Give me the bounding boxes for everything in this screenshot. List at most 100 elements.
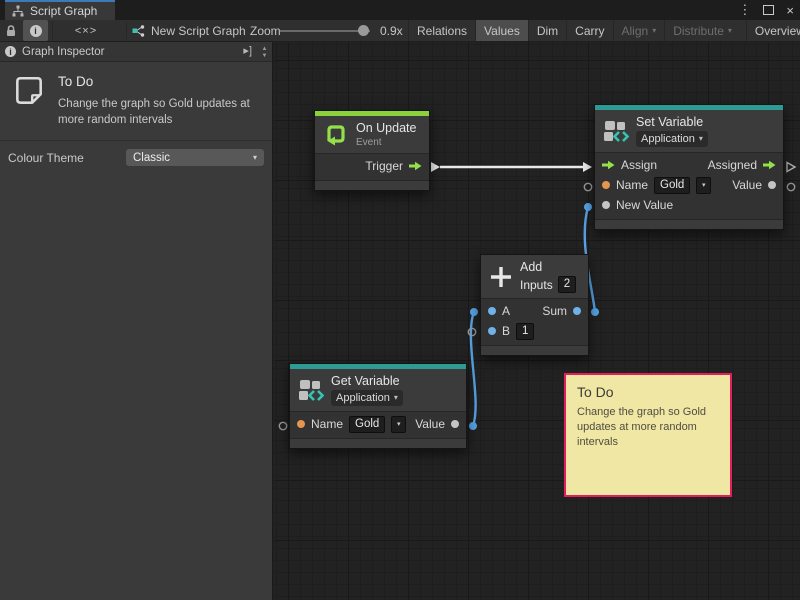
node-body: Name Gold ▾ Value (290, 412, 466, 438)
chevron-down-icon: ▾ (699, 135, 703, 143)
variable-name-field[interactable]: Gold (654, 177, 690, 194)
sticky-note-body: Change the graph so Gold updates at more… (577, 405, 723, 450)
carry-button[interactable]: Carry (566, 20, 612, 41)
chevron-down-icon: ▾ (253, 154, 257, 162)
overview-button[interactable]: Overview (746, 20, 800, 41)
colour-theme-dropdown[interactable]: Classic ▾ (126, 149, 264, 166)
relations-button[interactable]: Relations (408, 20, 475, 41)
port-row-new-value: New Value (595, 195, 783, 215)
note-summary-body: Change the graph so Gold updates at more… (58, 96, 256, 128)
script-graph-window: Script Graph ⋮ × i <×> (0, 0, 800, 600)
relations-label: Relations (417, 24, 467, 38)
inspector-toggle-button[interactable]: i (23, 20, 48, 41)
maximize-icon[interactable] (763, 5, 774, 15)
zoom-slider-handle[interactable] (358, 25, 369, 36)
node-body: Assign Assigned Name Gold ▾ Value (595, 153, 783, 219)
close-icon[interactable]: × (786, 3, 794, 18)
sticky-note-icon (12, 74, 46, 108)
values-label: Values (484, 24, 520, 38)
graph-toolbar: i <×> New Script Graph Zoom 0.9x Relatio… (0, 20, 800, 42)
dim-button[interactable]: Dim (528, 20, 566, 41)
string-port-icon[interactable] (297, 420, 305, 428)
value-port-label: Value (732, 178, 762, 192)
graph-inspector-panel: i Graph Inspector ▸] ▲ ▼ To Do Change th… (0, 42, 273, 600)
new-value-port-label: New Value (616, 198, 673, 212)
b-value-field[interactable]: 1 (516, 323, 534, 340)
node-footer (481, 345, 588, 355)
variable-scope-value: Application (641, 133, 695, 145)
node-set-variable[interactable]: Set Variable Application ▾ Assign Assign… (594, 104, 784, 230)
variable-name-dropdown[interactable]: ▾ (696, 177, 711, 194)
lock-icon (5, 24, 17, 38)
node-add[interactable]: Add Inputs 2 A Sum (480, 254, 589, 356)
node-header: Get Variable Application ▾ (290, 369, 466, 412)
value-port-endpoint[interactable] (469, 422, 477, 430)
node-get-variable[interactable]: Get Variable Application ▾ Name Gold ▾ V… (289, 363, 467, 449)
colour-theme-label: Colour Theme (8, 151, 126, 165)
tab-script-graph[interactable]: Script Graph (5, 0, 115, 20)
node-title: On Update (356, 121, 416, 135)
flow-port-marker[interactable] (431, 162, 440, 172)
empty-port-marker-setvalue[interactable] (787, 183, 794, 190)
scroll-up-icon[interactable]: ▲ (262, 46, 268, 52)
value-port-endpoint[interactable] (584, 203, 592, 211)
string-port-icon[interactable] (602, 181, 610, 189)
flow-output-arrow-icon[interactable] (409, 161, 422, 171)
variable-scope-dropdown[interactable]: Application ▾ (331, 390, 403, 406)
value-port-endpoint[interactable] (470, 308, 478, 316)
variable-name-field[interactable]: Gold (349, 416, 385, 433)
tab-bar: Script Graph ⋮ × (0, 0, 800, 20)
inputs-label: Inputs (520, 278, 553, 292)
assigned-port-label: Assigned (708, 158, 757, 172)
trigger-port-label: Trigger (365, 159, 403, 173)
menu-icon[interactable]: ⋮ (738, 2, 751, 18)
align-label: Align (622, 24, 649, 38)
distribute-button[interactable]: Distribute ▾ (664, 20, 740, 41)
colour-theme-row: Colour Theme Classic ▾ (0, 140, 272, 174)
node-header: On Update Event (315, 116, 429, 154)
empty-port-marker-setname[interactable] (584, 183, 591, 190)
sticky-note[interactable]: To Do Change the graph so Gold updates a… (564, 373, 732, 497)
scroll-down-icon[interactable]: ▼ (262, 53, 268, 59)
lock-button[interactable] (0, 20, 22, 41)
variable-scope-dropdown[interactable]: Application ▾ (636, 131, 708, 147)
values-button[interactable]: Values (475, 20, 528, 41)
graph-canvas[interactable]: On Update Event Trigger (274, 42, 800, 600)
chevron-down-icon: ▾ (394, 394, 398, 402)
code-view-button[interactable]: <×> (60, 20, 112, 41)
zoom-label: Zoom (250, 20, 281, 41)
toolbar-toggle-group: Relations Values Dim Carry Align ▾ Distr… (408, 20, 800, 41)
value-port-label: Value (415, 417, 445, 431)
value-port-icon[interactable] (451, 420, 459, 428)
panel-scroll-arrows[interactable]: ▲ ▼ (258, 42, 271, 62)
graph-inspector-header[interactable]: i Graph Inspector ▸] ▲ ▼ (0, 42, 272, 62)
graph-inspector-title: Graph Inspector (22, 46, 104, 58)
value-port-icon[interactable] (602, 201, 610, 209)
port-row-a: A Sum (481, 301, 588, 321)
empty-port-marker-getname[interactable] (279, 422, 286, 429)
node-title: Add (520, 260, 576, 274)
variable-name-dropdown[interactable]: ▾ (391, 416, 406, 433)
align-button[interactable]: Align ▾ (613, 20, 665, 41)
flow-output-arrow-icon[interactable] (763, 160, 776, 170)
value-port-endpoint[interactable] (591, 308, 599, 316)
node-footer (290, 438, 466, 448)
new-script-graph-button[interactable]: New Script Graph (132, 20, 246, 41)
inputs-count-field[interactable]: 2 (558, 276, 576, 293)
chevron-down-icon: ▾ (728, 27, 732, 35)
flow-arrowhead[interactable] (583, 162, 592, 172)
flow-input-arrow-icon[interactable] (602, 160, 615, 170)
number-port-icon[interactable] (573, 307, 581, 315)
b-port-label: B (502, 324, 510, 338)
number-port-icon[interactable] (488, 327, 496, 335)
empty-flow-marker-assigned[interactable] (787, 163, 795, 172)
number-port-icon[interactable] (488, 307, 496, 315)
node-on-update[interactable]: On Update Event Trigger (314, 110, 430, 191)
variables-icon (603, 118, 629, 144)
value-port-icon[interactable] (768, 181, 776, 189)
port-row-name: Name Gold ▾ Value (595, 175, 783, 195)
tab-label: Script Graph (30, 4, 97, 18)
carry-label: Carry (575, 24, 604, 38)
zoom-slider-track[interactable] (280, 30, 370, 32)
dock-panel-icon[interactable]: ▸] (243, 44, 252, 57)
